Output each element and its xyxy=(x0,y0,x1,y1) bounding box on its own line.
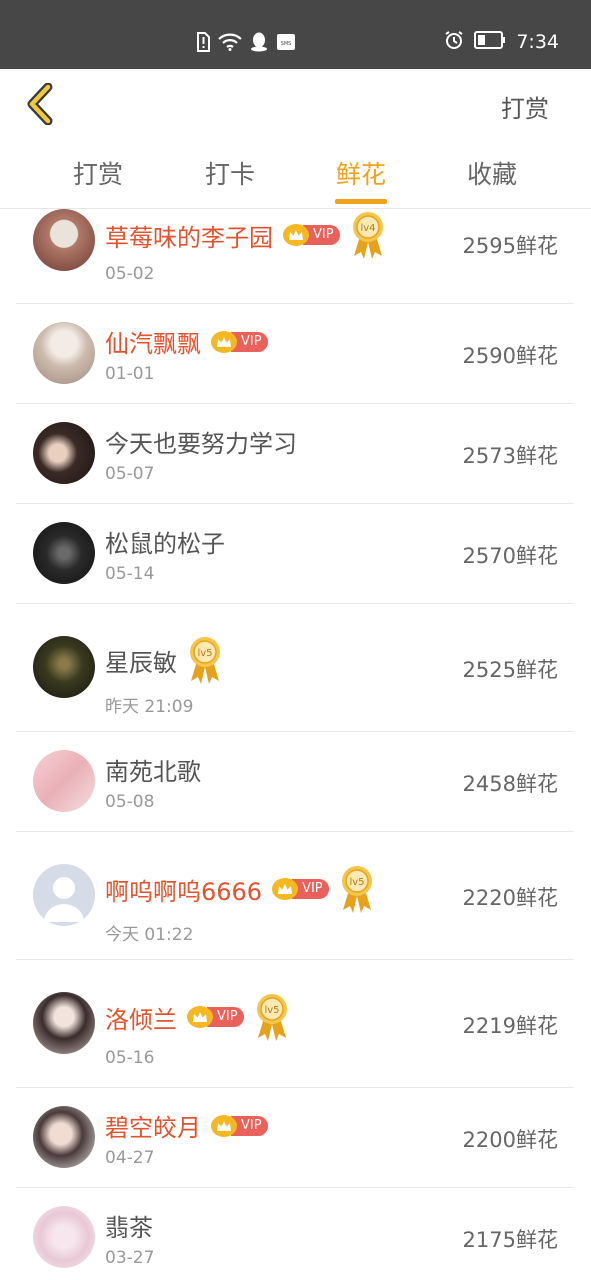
chevron-left-icon xyxy=(27,82,53,126)
username: 啊呜啊呜6666 xyxy=(105,877,263,906)
sim-alert-icon xyxy=(196,32,210,56)
level-medal-label: lv5 xyxy=(264,1005,279,1016)
date-label: 05-08 xyxy=(105,792,155,812)
list-item[interactable]: 啊呜啊呜6666 VIP lv5 今天 01:22 2220鲜花 xyxy=(16,832,574,960)
tab-bar: 打赏 打卡 鲜花 收藏 xyxy=(0,139,591,209)
crown-icon xyxy=(187,1006,213,1028)
status-icons-right: 7:34 xyxy=(444,30,559,54)
username: 今天也要努力学习 xyxy=(105,430,297,458)
date-label: 05-02 xyxy=(105,264,155,284)
alarm-icon xyxy=(444,30,464,54)
tab-checkin[interactable]: 打卡 xyxy=(190,155,270,191)
active-tab-indicator xyxy=(335,199,387,204)
username: 仙汽飘飘 xyxy=(105,330,201,358)
flower-count: 2200鲜花 xyxy=(462,1128,558,1152)
tab-reward[interactable]: 打赏 xyxy=(58,155,138,191)
wifi-icon xyxy=(218,33,242,55)
status-bar: SMS 7:34 xyxy=(0,0,591,69)
date-label: 04-27 xyxy=(105,1148,155,1168)
list-item[interactable]: 南苑北歌 05-08 2458鲜花 xyxy=(16,732,574,832)
avatar xyxy=(33,422,95,484)
level-medal-icon: lv5 xyxy=(187,635,223,685)
vip-badge: VIP xyxy=(211,1114,268,1137)
tab-favorites[interactable]: 收藏 xyxy=(452,155,532,191)
list-item[interactable]: 草莓味的李子园 VIP lv4 05-02 2595鲜花 xyxy=(16,209,574,304)
avatar xyxy=(33,1206,95,1268)
list-item[interactable]: 松鼠的松子 05-14 2570鲜花 xyxy=(16,504,574,604)
flower-count: 2573鲜花 xyxy=(462,444,558,468)
date-label: 昨天 21:09 xyxy=(105,697,194,717)
level-medal-icon: lv4 xyxy=(350,210,386,260)
username: 翡茶 xyxy=(105,1214,153,1242)
vip-badge: VIP xyxy=(272,878,329,900)
avatar xyxy=(33,522,95,584)
qq-icon xyxy=(250,32,268,56)
clock-time: 7:34 xyxy=(516,31,559,53)
flower-count: 2525鲜花 xyxy=(462,658,558,682)
avatar xyxy=(33,992,95,1054)
level-medal-label: lv5 xyxy=(197,648,212,659)
date-label: 05-07 xyxy=(105,464,155,484)
level-medal-icon: lv5 xyxy=(254,992,290,1042)
username: 星辰敏 xyxy=(105,648,177,677)
battery-icon xyxy=(474,31,506,53)
level-medal-icon: lv5 xyxy=(339,864,375,914)
flower-count: 2595鲜花 xyxy=(462,234,558,258)
date-label: 01-01 xyxy=(105,364,155,384)
date-label: 05-14 xyxy=(105,564,155,584)
tab-flowers[interactable]: 鲜花 xyxy=(321,155,401,191)
avatar xyxy=(33,1106,95,1168)
flower-count: 2220鲜花 xyxy=(462,886,558,910)
flower-count: 2219鲜花 xyxy=(462,1014,558,1038)
username: 草莓味的李子园 xyxy=(105,223,273,252)
username: 碧空皎月 xyxy=(105,1114,201,1142)
avatar xyxy=(33,864,95,926)
vip-badge: VIP xyxy=(187,1006,244,1028)
vip-badge: VIP xyxy=(211,330,268,353)
date-label: 今天 01:22 xyxy=(105,925,194,945)
level-medal-label: lv4 xyxy=(360,223,375,234)
flower-count: 2458鲜花 xyxy=(462,772,558,796)
back-button[interactable] xyxy=(22,82,62,126)
avatar xyxy=(33,750,95,812)
username: 南苑北歌 xyxy=(105,758,201,786)
flower-count: 2570鲜花 xyxy=(462,544,558,568)
crown-icon xyxy=(211,1114,237,1137)
flower-count: 2590鲜花 xyxy=(462,344,558,368)
flower-ranking-list: 草莓味的李子园 VIP lv4 05-02 2595鲜花 仙汽飘飘 VIP 01… xyxy=(16,209,574,1280)
default-avatar-icon xyxy=(44,877,84,922)
list-item[interactable]: 星辰敏 lv5 昨天 21:09 2525鲜花 xyxy=(16,604,574,732)
level-medal-label: lv5 xyxy=(349,877,364,888)
sms-icon-label: SMS xyxy=(281,41,292,47)
crown-icon xyxy=(283,224,309,246)
username: 洛倾兰 xyxy=(105,1005,177,1034)
flower-count: 2175鲜花 xyxy=(462,1228,558,1252)
page-header: 打赏 xyxy=(0,69,591,139)
vip-badge: VIP xyxy=(283,224,340,246)
list-item[interactable]: 碧空皎月 VIP 04-27 2200鲜花 xyxy=(16,1088,574,1188)
avatar xyxy=(33,636,95,698)
crown-icon xyxy=(272,878,299,900)
username: 松鼠的松子 xyxy=(105,530,225,558)
sms-icon: SMS xyxy=(276,33,296,55)
crown-icon xyxy=(211,330,237,353)
date-label: 05-16 xyxy=(105,1048,155,1068)
list-item[interactable]: 翡茶 03-27 2175鲜花 xyxy=(16,1188,574,1280)
avatar xyxy=(33,322,95,384)
reward-action-button[interactable]: 打赏 xyxy=(501,89,549,124)
list-item[interactable]: 洛倾兰 VIP lv5 05-16 2219鲜花 xyxy=(16,960,574,1088)
date-label: 03-27 xyxy=(105,1248,155,1268)
list-item[interactable]: 仙汽飘飘 VIP 01-01 2590鲜花 xyxy=(16,304,574,404)
list-item[interactable]: 今天也要努力学习 05-07 2573鲜花 xyxy=(16,404,574,504)
avatar xyxy=(33,209,95,271)
status-icons-left: SMS xyxy=(196,32,296,56)
